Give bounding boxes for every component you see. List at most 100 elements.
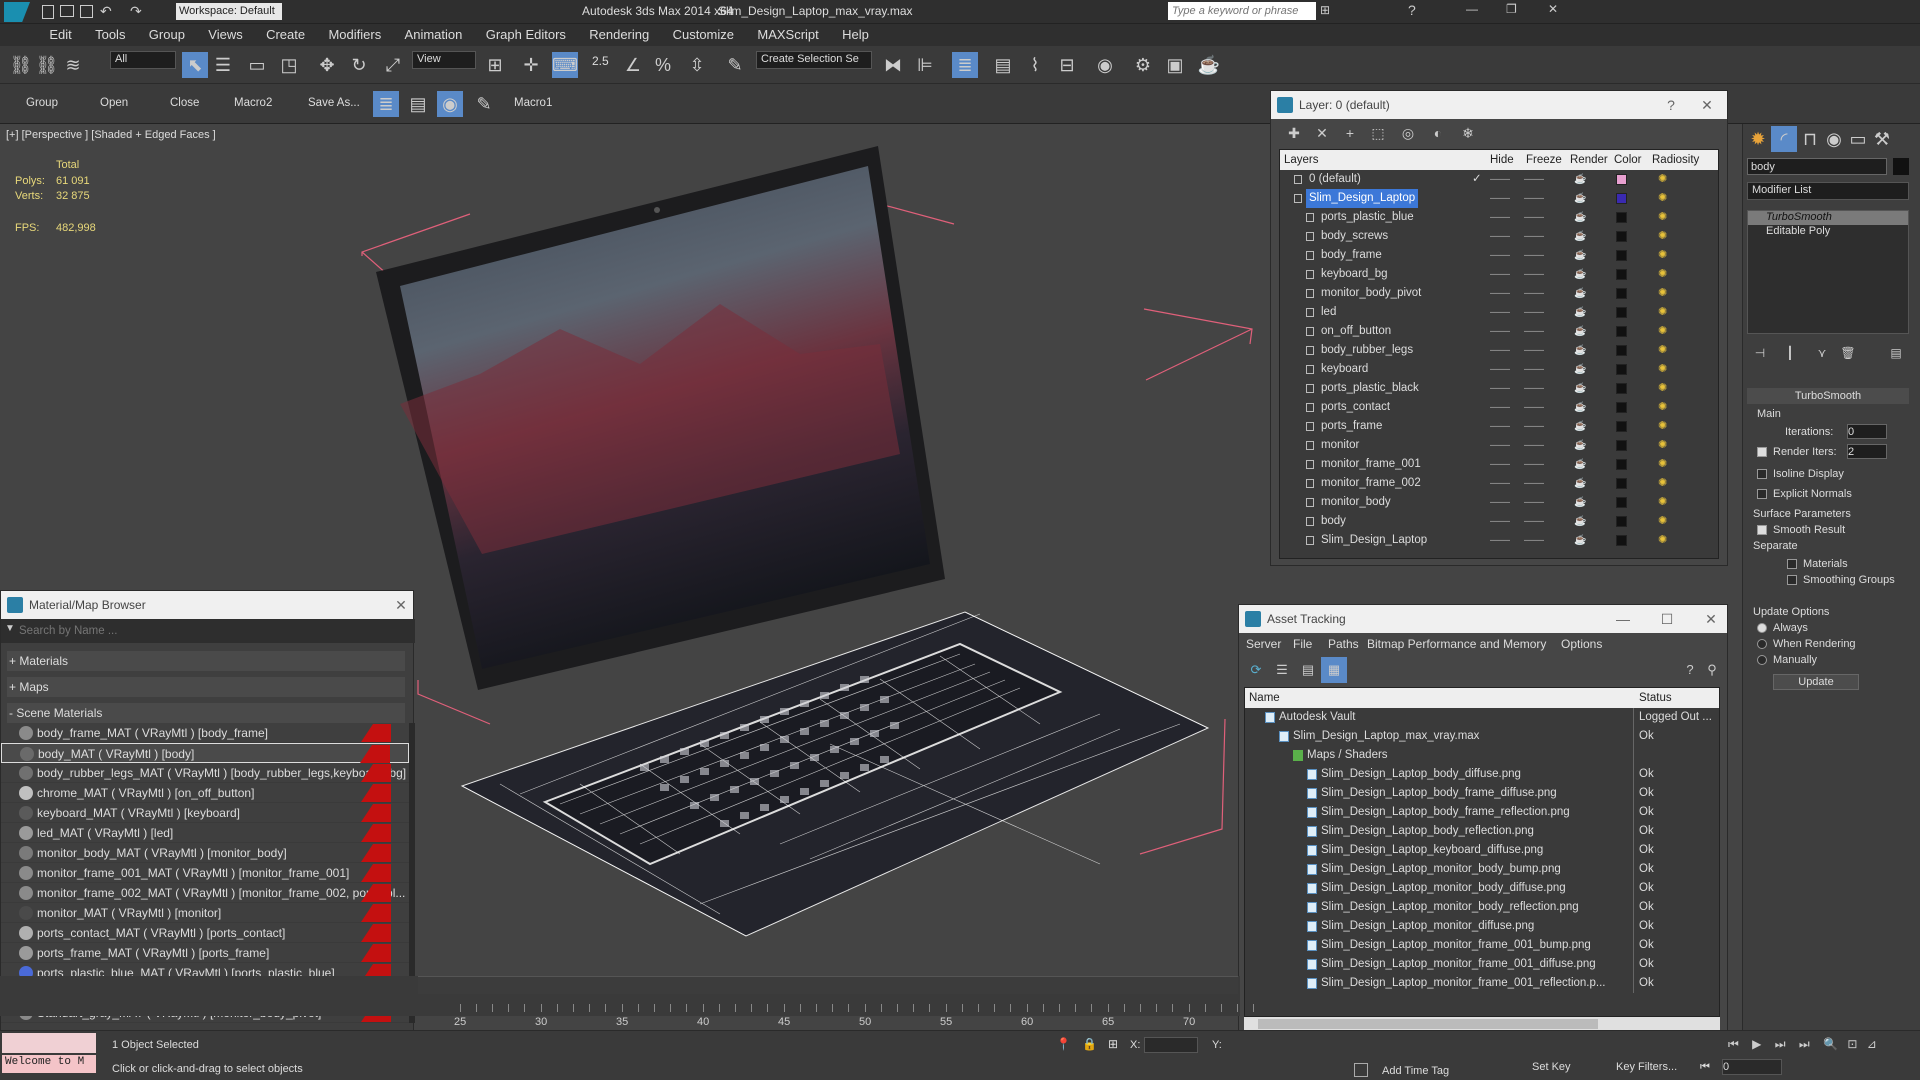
create-layer-icon[interactable]: ✚ — [1281, 120, 1307, 146]
render-teapot-icon[interactable]: ☕ — [1574, 170, 1586, 189]
asset-menu-paths[interactable]: Paths — [1328, 633, 1359, 655]
hide-toggle[interactable]: —— — [1490, 284, 1510, 303]
asset-menu-bitmap[interactable]: Bitmap Performance and Memory — [1367, 633, 1546, 655]
app-logo-icon[interactable] — [4, 2, 30, 22]
menu-modifiers[interactable]: Modifiers — [318, 24, 391, 42]
hide-toggle[interactable]: —— — [1490, 246, 1510, 265]
hide-toggle[interactable]: —— — [1490, 303, 1510, 322]
material-browser-close-icon[interactable]: ✕ — [389, 591, 413, 619]
restore-icon[interactable]: ❐ — [1506, 2, 1517, 16]
layer-row[interactable]: led —— —— ☕ ✺ — [1280, 303, 1718, 322]
hide-toggle[interactable]: —— — [1490, 265, 1510, 284]
asset-close-icon[interactable]: ✕ — [1699, 605, 1723, 633]
render-teapot-icon[interactable]: ☕ — [1574, 303, 1586, 322]
save-as-button[interactable]: Save As... — [308, 97, 360, 109]
zoom-icon[interactable]: 🔍 — [1823, 1037, 1838, 1051]
freeze-toggle[interactable]: —— — [1524, 417, 1544, 436]
layer-row[interactable]: ports_contact —— —— ☕ ✺ — [1280, 398, 1718, 417]
named-selection-dropdown[interactable]: Create Selection Se — [756, 51, 872, 69]
layer-panel-titlebar[interactable]: Layer: 0 (default) ? ✕ — [1271, 91, 1727, 119]
asset-row[interactable]: Slim_Design_Laptop_body_frame_reflection… — [1245, 803, 1719, 822]
group-scene-materials[interactable]: - Scene Materials — [7, 703, 405, 723]
menu-graph-editors[interactable]: Graph Editors — [476, 24, 576, 42]
bind-space-warp-icon[interactable]: ≋ — [60, 52, 86, 78]
reference-coord-dropdown[interactable]: View — [412, 51, 476, 69]
asset-row[interactable]: Maps / Shaders — [1245, 746, 1719, 765]
motion-tab-icon[interactable]: ◉ — [1821, 126, 1847, 152]
col-layers[interactable]: Layers — [1284, 150, 1319, 170]
render-production-icon[interactable]: ☕ — [1196, 52, 1222, 78]
layer-color-swatch[interactable] — [1616, 269, 1627, 280]
layer-help-icon[interactable]: ? — [1659, 91, 1683, 119]
asset-row[interactable]: Slim_Design_Laptop_monitor_frame_001_dif… — [1245, 955, 1719, 974]
unlink-icon[interactable]: ⛓ — [34, 52, 60, 78]
layer-row[interactable]: body_frame —— —— ☕ ✺ — [1280, 246, 1718, 265]
select-by-name-icon[interactable]: ☰ — [210, 52, 236, 78]
rendered-frame-icon[interactable]: ▣ — [1162, 52, 1188, 78]
layer-row[interactable]: monitor_frame_001 —— —— ☕ ✺ — [1280, 455, 1718, 474]
asset-refresh-icon[interactable]: ⟳ — [1243, 657, 1269, 683]
layer-color-swatch[interactable] — [1616, 326, 1627, 337]
layer-color-swatch[interactable] — [1616, 231, 1627, 242]
material-search-input[interactable] — [19, 621, 409, 640]
asset-row[interactable]: Slim_Design_Laptop_keyboard_diffuse.png O… — [1245, 841, 1719, 860]
material-browser-icon[interactable]: ◉ — [437, 91, 463, 117]
minimize-icon[interactable]: — — [1466, 2, 1478, 16]
layer-color-swatch[interactable] — [1616, 459, 1627, 470]
macro1-button[interactable]: Macro1 — [514, 97, 552, 109]
asset-row[interactable]: Slim_Design_Laptop_monitor_body_diffuse.… — [1245, 879, 1719, 898]
material-editor-icon[interactable]: ◉ — [1092, 52, 1118, 78]
maxscript-listener[interactable]: Welcome to M — [2, 1055, 96, 1073]
modifier-list-dropdown[interactable]: Modifier List — [1747, 182, 1909, 200]
menu-group[interactable]: Group — [139, 24, 195, 42]
hide-toggle[interactable]: —— — [1490, 512, 1510, 531]
render-teapot-icon[interactable]: ☕ — [1574, 512, 1586, 531]
modify-tab-icon[interactable]: ◜ — [1771, 126, 1797, 152]
material-row[interactable]: keyboard_MAT ( VRayMtl ) [keyboard] — [1, 803, 409, 823]
material-row[interactable]: led_MAT ( VRayMtl ) [led] — [1, 823, 409, 843]
radiosity-icon[interactable]: ✺ — [1658, 265, 1667, 284]
render-setup-icon[interactable]: ⚙ — [1130, 52, 1156, 78]
freeze-toggle[interactable]: —— — [1524, 512, 1544, 531]
render-teapot-icon[interactable]: ☕ — [1574, 265, 1586, 284]
help-icon[interactable]: ? — [1408, 2, 1416, 18]
goto-start-icon[interactable]: ⏮ — [1700, 1061, 1710, 1074]
hide-toggle[interactable]: —— — [1490, 189, 1510, 208]
render-iters-checkbox[interactable]: Render Iters: — [1757, 446, 1837, 458]
col-freeze[interactable]: Freeze — [1526, 150, 1562, 170]
col-color[interactable]: Color — [1614, 150, 1641, 170]
layer-row[interactable]: on_off_button —— —— ☕ ✺ — [1280, 322, 1718, 341]
menu-animation[interactable]: Animation — [395, 24, 473, 42]
asset-col-name[interactable]: Name — [1249, 688, 1280, 708]
asset-row[interactable]: Slim_Design_Laptop_body_frame_diffuse.pn… — [1245, 784, 1719, 803]
render-teapot-icon[interactable]: ☕ — [1574, 455, 1586, 474]
object-name-input[interactable] — [1747, 158, 1887, 175]
undo-icon[interactable]: ↶ — [100, 3, 112, 20]
render-teapot-icon[interactable]: ☕ — [1574, 493, 1586, 512]
x-coord-field[interactable] — [1144, 1037, 1198, 1053]
hide-toggle[interactable]: —— — [1490, 455, 1510, 474]
freeze-toggle[interactable]: —— — [1524, 436, 1544, 455]
asset-detail-icon[interactable]: ▤ — [1295, 657, 1321, 683]
render-teapot-icon[interactable]: ☕ — [1574, 189, 1586, 208]
layer-color-swatch[interactable] — [1616, 440, 1627, 451]
layer-row[interactable]: ports_frame —— —— ☕ ✺ — [1280, 417, 1718, 436]
asset-minimize-icon[interactable]: — — [1611, 605, 1635, 633]
asset-table-icon[interactable]: ▦ — [1321, 657, 1347, 683]
angle-snap-icon[interactable]: ∠ — [620, 52, 646, 78]
redo-icon[interactable]: ↷ — [130, 3, 142, 20]
set-key-button[interactable]: Set Key — [1532, 1061, 1571, 1073]
schematic-view-icon[interactable]: ⊟ — [1054, 52, 1080, 78]
material-row[interactable]: monitor_frame_001_MAT ( VRayMtl ) [monit… — [1, 863, 409, 883]
freeze-all-icon[interactable]: ❄ — [1455, 120, 1481, 146]
edit-named-sel-icon[interactable]: ✎ — [722, 52, 748, 78]
display-tab-icon[interactable]: ▭ — [1845, 126, 1871, 152]
hide-toggle[interactable]: —— — [1490, 379, 1510, 398]
search-dropdown-icon[interactable]: ▼ — [5, 623, 15, 634]
freeze-toggle[interactable]: —— — [1524, 398, 1544, 417]
layer-color-swatch[interactable] — [1616, 288, 1627, 299]
add-time-tag[interactable]: Add Time Tag — [1382, 1065, 1449, 1077]
isoline-checkbox[interactable]: Isoline Display — [1757, 468, 1844, 480]
radiosity-icon[interactable]: ✺ — [1658, 474, 1667, 493]
layer-color-swatch[interactable] — [1616, 383, 1627, 394]
